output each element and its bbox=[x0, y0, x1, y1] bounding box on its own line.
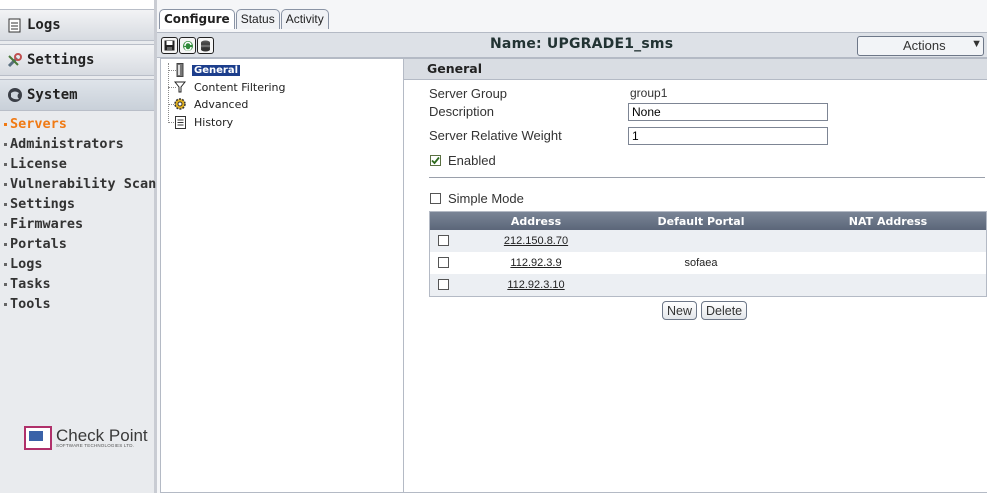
nav-tools[interactable]: Tools bbox=[0, 294, 154, 314]
column-header-address[interactable]: Address bbox=[460, 215, 612, 228]
history-document-icon bbox=[173, 115, 187, 129]
config-tree: General Content Filtering Advanced Histo… bbox=[160, 58, 404, 493]
general-panel: General Server Group group1 Description … bbox=[403, 58, 987, 493]
check-point-logo-icon bbox=[24, 426, 52, 450]
address-link[interactable]: 112.92.3.9 bbox=[510, 257, 561, 269]
nav-firmwares[interactable]: Firmwares bbox=[0, 214, 154, 234]
tree-item-advanced[interactable]: Advanced bbox=[173, 96, 250, 112]
column-header-nat-address[interactable]: NAT Address bbox=[790, 215, 986, 228]
server-group-value: group1 bbox=[630, 86, 668, 100]
gear-icon bbox=[173, 97, 187, 111]
checkmark-icon bbox=[431, 156, 440, 165]
description-label: Description bbox=[429, 104, 495, 119]
nav-logs[interactable]: Logs bbox=[0, 254, 154, 274]
enabled-checkbox[interactable] bbox=[430, 155, 441, 166]
enabled-label: Enabled bbox=[448, 153, 496, 168]
system-nav-list: Servers Administrators License Vulnerabi… bbox=[0, 114, 156, 314]
save-icon[interactable] bbox=[161, 37, 178, 54]
new-button[interactable]: New bbox=[662, 301, 698, 320]
row-checkbox[interactable] bbox=[438, 235, 449, 246]
table-row[interactable]: 112.92.3.9 sofaea bbox=[430, 252, 986, 274]
filter-funnel-icon bbox=[173, 80, 187, 94]
section-logs-label: Logs bbox=[27, 17, 61, 33]
servers-address-table: Address Default Portal NAT Address 212.1… bbox=[429, 211, 987, 297]
actions-label: Actions bbox=[903, 38, 946, 53]
server-relative-weight-input[interactable] bbox=[628, 127, 828, 145]
log-document-icon bbox=[6, 17, 23, 34]
nav-settings[interactable]: Settings bbox=[0, 194, 154, 214]
chevron-down-icon: ▼ bbox=[971, 38, 982, 50]
section-system[interactable]: System bbox=[0, 79, 154, 111]
left-sidebar: Logs Settings System Servers Administrat… bbox=[0, 0, 157, 493]
tree-item-history[interactable]: History bbox=[173, 114, 235, 130]
section-logs[interactable]: Logs bbox=[0, 9, 154, 41]
delete-button[interactable]: Delete bbox=[701, 301, 748, 320]
tab-bar: Configure Status Activity bbox=[159, 9, 330, 29]
server-relative-weight-label: Server Relative Weight bbox=[429, 128, 562, 143]
panel-title: General bbox=[404, 59, 987, 80]
toolbar: Name: UPGRADE1_sms Actions ▼ bbox=[157, 32, 987, 58]
actions-dropdown[interactable]: Actions ▼ bbox=[857, 36, 984, 56]
check-point-logo: Check Point SOFTWARE TECHNOLOGIES LTD. bbox=[24, 426, 148, 450]
section-divider bbox=[429, 177, 985, 178]
nav-portals[interactable]: Portals bbox=[0, 234, 154, 254]
section-settings[interactable]: Settings bbox=[0, 44, 154, 76]
nav-vulnerability-scan[interactable]: Vulnerability Scan bbox=[0, 174, 156, 194]
tree-item-label: History bbox=[194, 115, 234, 129]
refresh-icon[interactable] bbox=[179, 37, 196, 54]
server-group-label: Server Group bbox=[429, 86, 508, 101]
default-portal-cell: sofaea bbox=[684, 257, 718, 269]
description-input[interactable] bbox=[628, 103, 828, 121]
tab-activity[interactable]: Activity bbox=[280, 9, 329, 29]
column-header-default-portal[interactable]: Default Portal bbox=[612, 215, 790, 228]
table-header: Address Default Portal NAT Address bbox=[430, 212, 986, 230]
row-checkbox[interactable] bbox=[438, 257, 449, 268]
settings-tools-icon bbox=[6, 52, 23, 69]
section-settings-label: Settings bbox=[27, 52, 95, 68]
tree-item-general[interactable]: General bbox=[173, 62, 240, 78]
table-row[interactable]: 112.92.3.10 bbox=[430, 274, 986, 296]
tree-item-label: Advanced bbox=[194, 97, 249, 111]
nav-administrators[interactable]: Administrators bbox=[0, 134, 154, 154]
tree-item-label: General bbox=[192, 64, 240, 76]
tab-configure[interactable]: Configure bbox=[159, 9, 235, 29]
nav-license[interactable]: License bbox=[0, 154, 154, 174]
logo-name: Check Point bbox=[56, 425, 148, 445]
object-name-label: Name: UPGRADE1_sms bbox=[490, 36, 674, 52]
simple-mode-checkbox[interactable] bbox=[430, 193, 441, 204]
nav-servers[interactable]: Servers bbox=[0, 114, 154, 134]
tab-status[interactable]: Status bbox=[235, 9, 280, 29]
nav-tasks[interactable]: Tasks bbox=[0, 274, 154, 294]
sidebar-top-strip bbox=[0, 0, 154, 9]
database-icon[interactable] bbox=[197, 37, 214, 54]
address-link[interactable]: 212.150.8.70 bbox=[504, 235, 568, 247]
tree-item-label: Content Filtering bbox=[194, 80, 286, 94]
tree-item-content-filtering[interactable]: Content Filtering bbox=[173, 79, 288, 95]
address-link[interactable]: 112.92.3.10 bbox=[507, 279, 564, 291]
section-system-label: System bbox=[27, 87, 78, 103]
simple-mode-label: Simple Mode bbox=[448, 191, 524, 206]
table-row[interactable]: 212.150.8.70 bbox=[430, 230, 986, 252]
logo-tagline: SOFTWARE TECHNOLOGIES LTD. bbox=[56, 442, 135, 448]
server-icon bbox=[173, 63, 187, 77]
row-checkbox[interactable] bbox=[438, 279, 449, 290]
system-globe-icon bbox=[6, 87, 23, 104]
main-area: Configure Status Activity Name: UPGRADE1… bbox=[157, 0, 987, 493]
